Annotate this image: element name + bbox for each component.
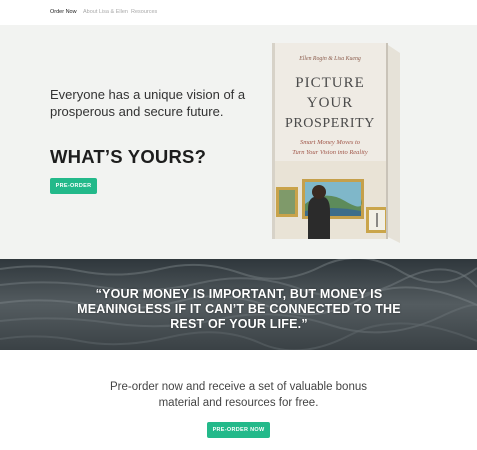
- book-title-line-2: YOUR: [307, 95, 354, 111]
- pre-order-now-button[interactable]: PRE-ORDER NOW: [207, 422, 270, 438]
- nav-item-about[interactable]: About Lisa & Ellen: [83, 9, 128, 15]
- bonus-offer-text: Pre-order now and receive a set of valua…: [110, 381, 367, 409]
- pre-order-button[interactable]: PRE-ORDER: [50, 178, 97, 194]
- book-pages-edge: [388, 45, 400, 243]
- quote-text: “YOUR MONEY IS IMPORTANT, BUT MONEY IS M…: [77, 287, 401, 331]
- hero-section: Everyone has a unique vision of a prospe…: [0, 25, 477, 259]
- book-title-line-3: PROSPERITY: [285, 116, 375, 131]
- book-subtitle-line-2: Turn Your Vision into Reality: [292, 149, 368, 156]
- book-subtitle-line-1: Smart Money Moves to: [300, 139, 361, 146]
- book-authors: Ellen Rogin & Lisa Kueng: [298, 56, 361, 62]
- hero-tagline: Everyone has a unique vision of a prospe…: [50, 87, 246, 119]
- nav-item-order-now[interactable]: Order Now: [50, 9, 77, 15]
- hero-headline: WHAT’S YOURS?: [50, 146, 207, 167]
- quote-banner: “YOUR MONEY IS IMPORTANT, BUT MONEY IS M…: [0, 259, 477, 350]
- woman-figure: [308, 197, 330, 239]
- book-title-line-1: PICTURE: [295, 75, 365, 91]
- top-nav: Order Now About Lisa & Ellen Resources: [0, 0, 477, 25]
- nav-item-resources[interactable]: Resources: [131, 9, 157, 15]
- book-cover-image: Ellen Rogin & Lisa Kueng PICTURE YOUR PR…: [272, 43, 400, 243]
